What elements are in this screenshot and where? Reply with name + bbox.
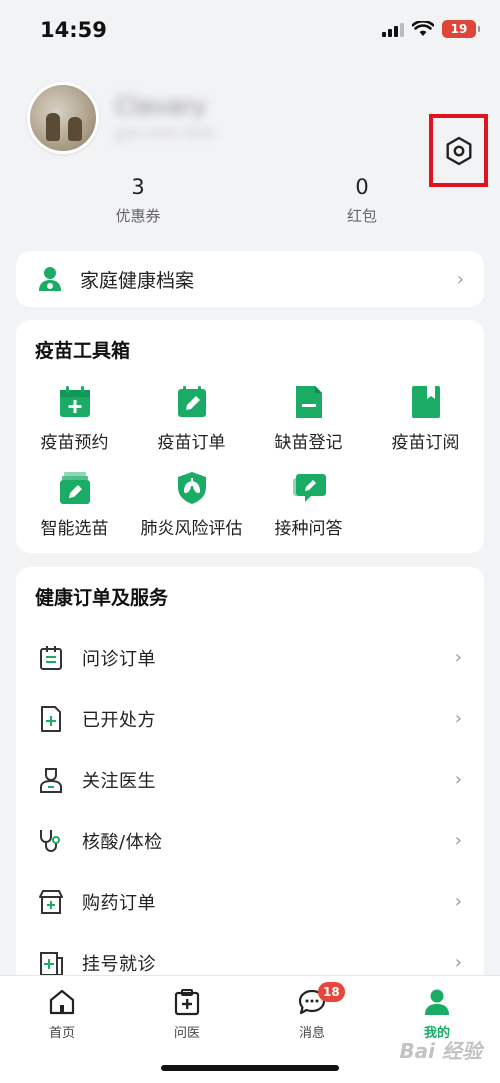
chevron-right-icon: › [454,830,462,851]
nav-label: 消息 [298,1026,325,1041]
user-name[interactable]: Clavary [115,92,206,120]
chevron-right-icon: › [454,891,462,912]
red-packet-label: 红包 [346,207,377,225]
service-followed-doctors[interactable]: 关注医生 › [16,749,484,810]
unread-badge: 18 [318,982,345,1002]
service-label: 问诊订单 [82,648,156,670]
nav-consult-doctor[interactable]: 问医 [137,988,237,1041]
clipboard-icon [40,645,62,670]
service-label: 挂号就诊 [82,953,156,975]
home-icon [49,989,75,1015]
home-indicator [161,1065,339,1071]
coupon-label: 优惠券 [115,207,161,225]
service-label: 核酸/体检 [82,831,163,853]
tool-label: 疫苗订阅 [391,433,460,453]
tool-vaccine-subscribe[interactable]: 疫苗订阅 [367,384,484,453]
service-medicine-orders[interactable]: 购药订单 › [16,871,484,932]
pharmacy-icon [39,889,63,914]
bookmark-icon [411,386,440,418]
service-consultation-orders[interactable]: 问诊订单 › [16,627,484,688]
health-services-card: 健康订单及服务 问诊订单 › 已开处方 › 关注医生 › 核酸/体检 › 购药订… [16,567,484,987]
tool-label: 疫苗订单 [157,433,226,453]
wifi-icon [412,21,434,36]
service-label: 关注医生 [82,770,156,792]
chat-qa-icon [292,474,326,502]
tool-label: 疫苗预约 [40,433,109,453]
prescription-icon [41,705,61,732]
service-label: 已开处方 [82,709,156,731]
tool-label: 智能选苗 [40,519,109,539]
stethoscope-icon [40,829,60,852]
tool-label: 肺炎风险评估 [140,519,243,539]
settings-button[interactable] [429,114,488,187]
chevron-right-icon: › [454,769,462,790]
service-prescriptions[interactable]: 已开处方 › [16,688,484,749]
red-packet-count: 0 [355,175,369,199]
avatar[interactable] [27,82,99,154]
status-icons: 19 [382,20,480,38]
settings-icon [446,136,471,165]
nav-label: 问医 [173,1026,200,1041]
family-health-record-row[interactable]: 家庭健康档案 › [16,251,484,307]
service-label: 购药订单 [82,892,156,914]
tool-vaccination-qa[interactable]: 接种问答 [250,470,367,539]
tool-pneumonia-risk-assessment[interactable]: 肺炎风险评估 [133,470,250,539]
battery-indicator: 19 [442,20,480,38]
red-packet-stat[interactable]: 0 红包 [302,175,422,226]
document-minus-icon [295,386,322,418]
registration-icon [40,951,63,976]
cellular-signal-icon [382,21,404,37]
tool-vaccine-shortage-register[interactable]: 缺苗登记 [250,384,367,453]
user-phone: 1** **** **** [115,126,216,145]
nav-label: 首页 [48,1026,75,1041]
nav-home[interactable]: 首页 [12,988,112,1041]
lungs-shield-icon [177,472,206,504]
vaccine-toolbox-card: 疫苗工具箱 疫苗预约 疫苗订单 缺苗登记 疫苗订阅 智能选苗 肺炎风险评估 接种… [16,320,484,553]
services-title: 健康订单及服务 [35,587,169,609]
coupon-count: 3 [131,175,145,199]
profile-header: Clavary 1** **** **** [0,60,500,240]
tool-vaccine-order[interactable]: 疫苗订单 [133,384,250,453]
tool-vaccine-appointment[interactable]: 疫苗预约 [16,384,133,453]
tool-smart-vaccine-select[interactable]: 智能选苗 [16,470,133,539]
watermark: Bai 经验 [399,1039,482,1063]
coupon-stat[interactable]: 3 优惠券 [78,175,198,226]
tool-label: 接种问答 [274,519,343,539]
medical-kit-icon [174,989,200,1016]
family-user-icon [39,267,61,291]
service-nucleic-acid-checkup[interactable]: 核酸/体检 › [16,810,484,871]
order-edit-icon [177,386,206,417]
status-bar: 14:59 19 [0,0,500,60]
nav-mine[interactable]: 我的 [387,988,487,1041]
chevron-right-icon: › [456,268,464,290]
user-icon [425,989,449,1015]
stack-select-icon [59,472,90,504]
chevron-right-icon: › [454,647,462,668]
nav-messages[interactable]: 18 消息 [262,982,362,1041]
calendar-plus-icon [59,386,90,417]
doctor-icon [40,767,62,793]
toolbox-title: 疫苗工具箱 [35,340,131,362]
chevron-right-icon: › [454,952,462,973]
status-time: 14:59 [40,18,107,42]
tool-label: 缺苗登记 [274,433,343,453]
family-health-record-label: 家庭健康档案 [80,269,195,292]
chevron-right-icon: › [454,708,462,729]
